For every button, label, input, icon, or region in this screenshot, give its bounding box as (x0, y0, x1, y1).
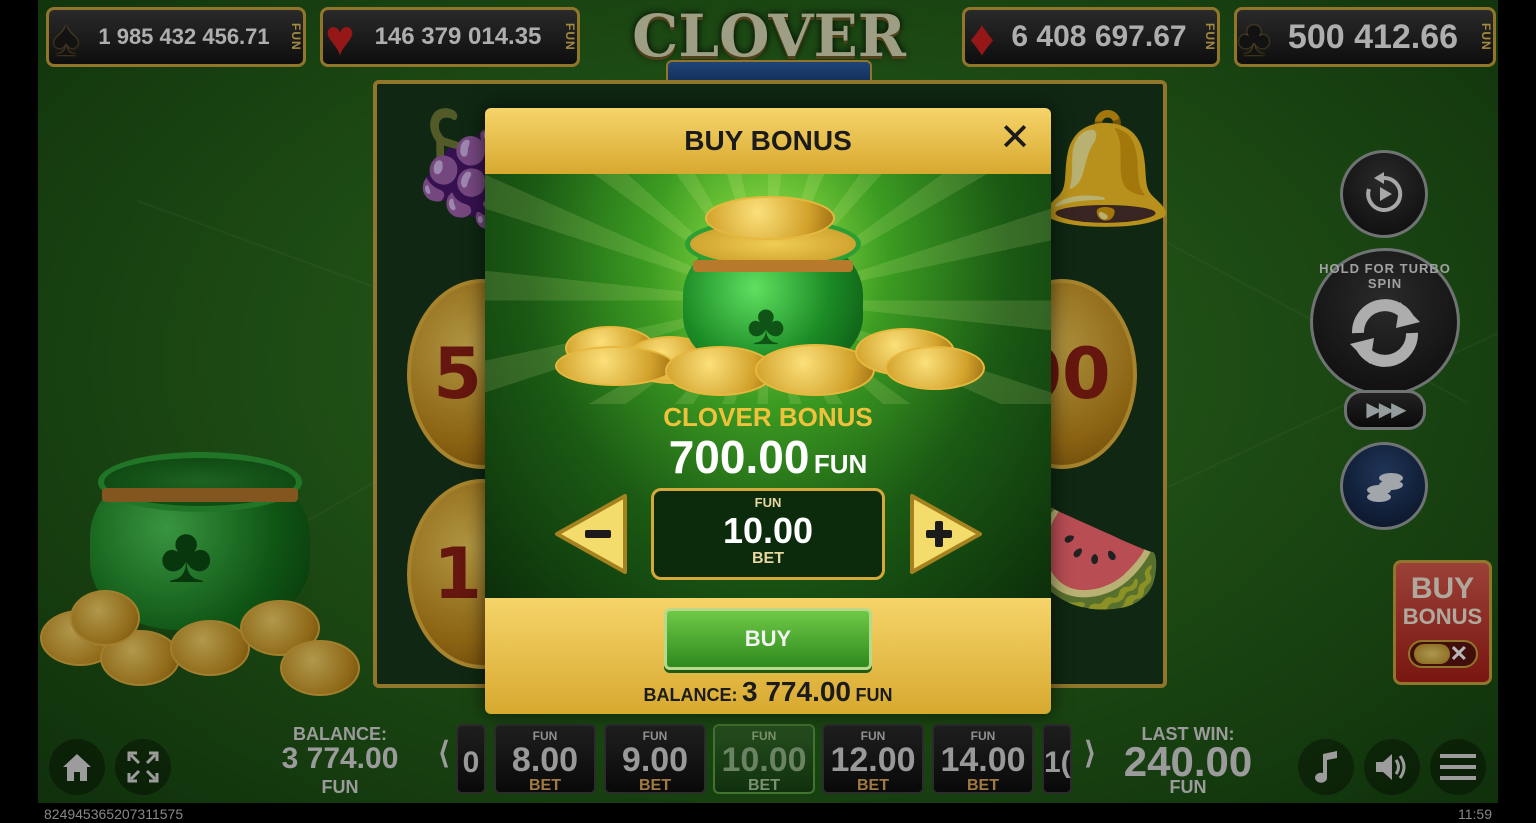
bet-value-display: FUN 10.00 BET (651, 488, 885, 580)
bet-label: BET (752, 550, 784, 567)
dialog-balance-label: BALANCE: (643, 685, 738, 705)
bonus-price: 700.00 FUN (485, 430, 1051, 484)
session-id: 824945365207311575 (44, 806, 184, 822)
dialog-footer: BUY BALANCE: 3 774.00 FUN (485, 598, 1051, 714)
buy-bonus-dialog: BUY BONUS ✕ ♣ CLOVER BONUS 700.00 FUN FU… (485, 108, 1051, 714)
bet-currency: FUN (754, 495, 782, 510)
dialog-balance: BALANCE: 3 774.00 FUN (485, 676, 1051, 708)
bonus-price-value: 700.00 (668, 431, 810, 483)
plus-icon (910, 494, 982, 574)
bonus-name: CLOVER BONUS (663, 402, 873, 432)
dialog-body: ♣ CLOVER BONUS 700.00 FUN FUN 10.00 BET (485, 174, 1051, 598)
minus-icon (555, 494, 627, 574)
dialog-balance-currency: FUN (855, 685, 893, 705)
pot-of-gold-image: ♣ (555, 196, 985, 396)
dialog-title: BUY BONUS (684, 125, 852, 156)
bonus-price-currency: FUN (813, 449, 868, 479)
buy-button[interactable]: BUY (664, 608, 872, 670)
clock: 11:59 (1458, 806, 1492, 822)
clover-icon: ♣ (747, 292, 786, 357)
dialog-balance-value: 3 774.00 (742, 676, 851, 707)
bet-decrease-button[interactable] (553, 492, 631, 576)
bet-increase-button[interactable] (906, 492, 984, 576)
dialog-header: BUY BONUS ✕ (485, 108, 1051, 174)
close-button[interactable]: ✕ (997, 119, 1033, 157)
bet-value: 10.00 (722, 510, 814, 551)
